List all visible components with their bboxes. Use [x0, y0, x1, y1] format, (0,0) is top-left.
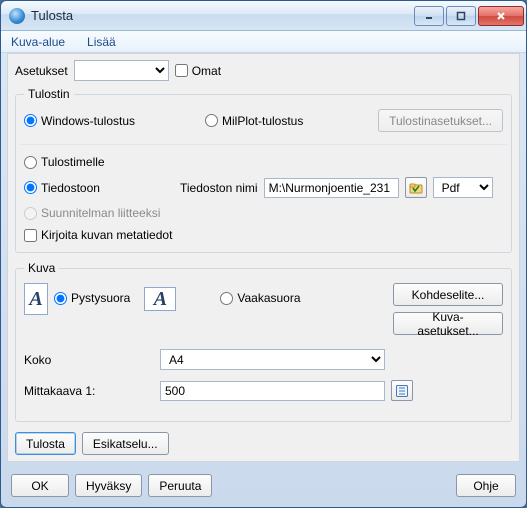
bottom-bar: OK Hyväksy Peruuta Ohje: [1, 468, 526, 507]
maximize-icon: [456, 11, 466, 21]
as-attachment-radio: [24, 207, 37, 220]
close-icon: [495, 11, 507, 21]
portrait-radio-label[interactable]: Pystysuora: [54, 291, 130, 305]
file-name-label: Tiedoston nimi: [180, 181, 258, 195]
kuva-asetukset-button[interactable]: Kuva-asetukset...: [393, 312, 503, 335]
windows-print-text: Windows-tulostus: [41, 114, 135, 128]
cancel-button[interactable]: Peruuta: [148, 474, 212, 497]
as-attachment-radio-label: Suunnitelman liitteeksi: [24, 206, 160, 220]
to-printer-radio-label[interactable]: Tulostimelle: [24, 155, 105, 169]
folder-icon: [409, 181, 423, 195]
dialog-window: Tulosta Kuva-alue Lisää Asetukset Omat: [0, 0, 527, 508]
to-printer-radio[interactable]: [24, 156, 37, 169]
settings-select[interactable]: [74, 60, 169, 81]
windows-print-radio[interactable]: [24, 114, 37, 127]
image-legend: Kuva: [24, 261, 59, 275]
scale-config-button[interactable]: [391, 380, 413, 401]
titlebar[interactable]: Tulosta: [1, 1, 526, 31]
minimize-icon: [424, 11, 434, 21]
milplot-text: MilPlot-tulostus: [222, 114, 303, 128]
printer-group: Tulostin Windows-tulostus MilPlot-tulost…: [15, 87, 512, 253]
content-area: Asetukset Omat Tulostin Windows-tulostus…: [7, 53, 520, 462]
scale-icon: [395, 384, 409, 398]
to-file-radio-label[interactable]: Tiedostoon: [24, 181, 174, 195]
ok-button[interactable]: OK: [11, 474, 69, 497]
write-meta-checkbox[interactable]: [24, 229, 37, 242]
omat-checkbox[interactable]: [175, 64, 188, 77]
scale-input[interactable]: [160, 381, 385, 401]
to-printer-text: Tulostimelle: [41, 155, 105, 169]
minimize-button[interactable]: [414, 6, 444, 26]
printer-legend: Tulostin: [24, 87, 74, 101]
settings-row: Asetukset Omat: [15, 60, 512, 81]
browse-button[interactable]: [405, 177, 427, 198]
print-button[interactable]: Tulosta: [15, 432, 76, 455]
landscape-thumb[interactable]: A: [144, 287, 176, 311]
landscape-text: Vaakasuora: [237, 291, 300, 305]
portrait-thumb[interactable]: A: [24, 283, 48, 315]
scale-label: Mittakaava 1:: [24, 384, 154, 398]
size-label: Koko: [24, 353, 154, 367]
to-file-text: Tiedostoon: [41, 181, 100, 195]
landscape-radio[interactable]: [220, 292, 233, 305]
menubar: Kuva-alue Lisää: [1, 31, 526, 53]
omat-checkbox-label[interactable]: Omat: [175, 64, 221, 78]
portrait-text: Pystysuora: [71, 291, 130, 305]
windows-print-radio-label[interactable]: Windows-tulostus: [24, 114, 199, 128]
maximize-button[interactable]: [446, 6, 476, 26]
apply-button[interactable]: Hyväksy: [75, 474, 142, 497]
menu-lisaa[interactable]: Lisää: [83, 33, 120, 51]
milplot-radio-label[interactable]: MilPlot-tulostus: [205, 114, 360, 128]
app-icon: [9, 8, 25, 24]
to-file-radio[interactable]: [24, 181, 37, 194]
omat-text: Omat: [192, 64, 221, 78]
image-group: Kuva A Pystysuora A Vaakasuora Kohdeseli…: [15, 261, 512, 422]
menu-kuva-alue[interactable]: Kuva-alue: [7, 33, 69, 51]
portrait-radio[interactable]: [54, 292, 67, 305]
preview-button[interactable]: Esikatselu...: [82, 432, 169, 455]
kohdeselite-button[interactable]: Kohdeselite...: [393, 283, 503, 306]
as-attachment-text: Suunnitelman liitteeksi: [41, 206, 160, 220]
write-meta-text: Kirjoita kuvan metatiedot: [41, 228, 172, 242]
help-button[interactable]: Ohje: [456, 474, 516, 497]
file-format-select[interactable]: Pdf: [433, 177, 493, 198]
landscape-radio-label[interactable]: Vaakasuora: [220, 291, 300, 305]
milplot-radio[interactable]: [205, 114, 218, 127]
file-name-input[interactable]: [264, 178, 399, 198]
size-select[interactable]: A4: [160, 349, 385, 370]
printer-settings-button[interactable]: Tulostinasetukset...: [378, 109, 503, 132]
settings-label: Asetukset: [15, 64, 68, 78]
close-button[interactable]: [478, 6, 524, 26]
window-title: Tulosta: [31, 8, 414, 23]
write-meta-checkbox-label[interactable]: Kirjoita kuvan metatiedot: [24, 228, 172, 242]
